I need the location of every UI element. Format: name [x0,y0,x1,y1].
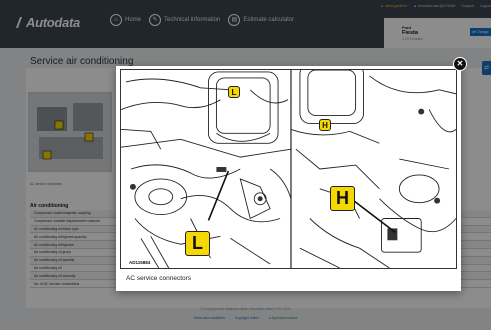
diagram-reference-code: AD115884 [129,260,151,265]
image-lightbox: L H L H AD115884 AC service connectors [116,66,461,291]
low-pressure-connector-label: L [185,231,210,256]
high-pressure-small-label: H [319,119,331,131]
modal-caption: AC service connectors [126,275,192,282]
ac-service-connectors-diagram: L H L H AD115884 [120,69,457,269]
high-pressure-connector-label: H [330,186,355,211]
low-pressure-small-label: L [228,86,240,98]
close-icon[interactable]: ✕ [453,57,467,71]
